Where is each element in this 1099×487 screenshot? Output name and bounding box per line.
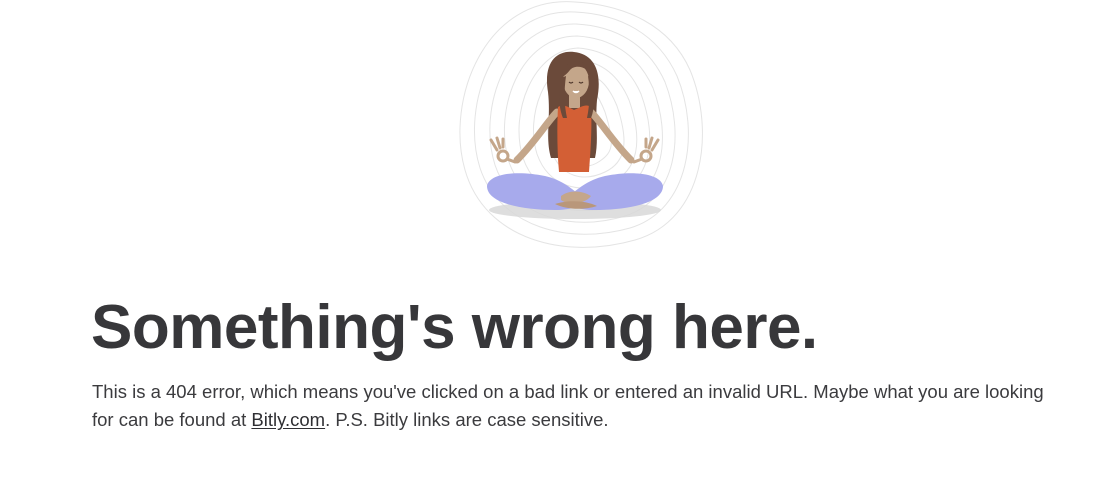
- meditation-icon: [459, 1, 703, 248]
- bitly-home-link[interactable]: Bitly.com: [251, 409, 325, 430]
- error-message-note: . P.S. Bitly links are case sensitive.: [325, 409, 609, 430]
- error-headline: Something's wrong here.: [91, 293, 818, 362]
- meditating-woman-illustration: [445, 0, 710, 258]
- error-message: This is a 404 error, which means you've …: [92, 378, 1052, 434]
